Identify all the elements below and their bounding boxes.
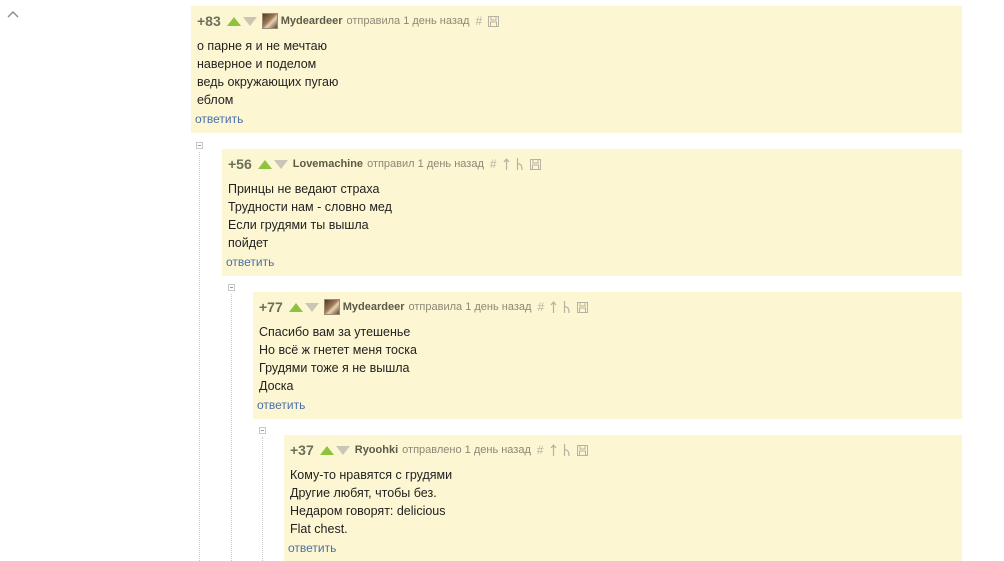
- comment-header: +83 Mydeardeer отправила 1 день назад #: [197, 12, 962, 30]
- comment-line: Другие любят, чтобы без.: [290, 486, 437, 500]
- downvote-icon[interactable]: [335, 445, 350, 455]
- timestamp[interactable]: 1 день назад: [465, 301, 531, 313]
- save-icon[interactable]: [529, 158, 541, 170]
- hash-link-icon[interactable]: #: [475, 14, 482, 28]
- comment-body: Принцы не ведают страха Трудности нам - …: [228, 180, 962, 252]
- hash-link-icon[interactable]: #: [537, 300, 544, 314]
- upvote-icon[interactable]: [319, 445, 334, 455]
- action-text: отправил: [367, 158, 415, 170]
- upvote-icon[interactable]: [257, 159, 272, 169]
- comment-line: Грудями тоже я не вышла: [259, 361, 410, 375]
- comment-line: Недаром говорят: delicious: [290, 504, 446, 518]
- comment-line: Принцы не ведают страха: [228, 182, 380, 196]
- comment-2: +56 Lovemachine отправил 1 день назад # …: [222, 149, 962, 276]
- comment-line: Если грудями ты вышла: [228, 218, 369, 232]
- rating: +56: [228, 156, 252, 172]
- post-meta: отправила 1 день назад: [409, 301, 532, 313]
- rating: +77: [259, 299, 283, 315]
- comment-line: Трудности нам - словно мед: [228, 200, 392, 214]
- comment-line: о парне я и не мечтаю: [197, 39, 328, 53]
- collapse-thread-1[interactable]: [196, 142, 203, 149]
- author-link[interactable]: Mydeardeer: [281, 15, 343, 27]
- comment-line: наверное и поделом: [197, 57, 317, 71]
- rating: +83: [197, 13, 221, 29]
- hash-link-icon[interactable]: #: [490, 157, 497, 171]
- action-text: отправила: [408, 301, 463, 313]
- collapse-thread-2[interactable]: [228, 284, 235, 291]
- reply-link[interactable]: ответить: [226, 255, 274, 269]
- collapse-all-icon[interactable]: [6, 8, 20, 22]
- thread-line-2: [231, 294, 232, 561]
- parent-arrow-icon[interactable]: [503, 158, 510, 170]
- collapse-thread-3[interactable]: [259, 427, 266, 434]
- save-icon[interactable]: [577, 301, 589, 313]
- timestamp[interactable]: 1 день назад: [465, 444, 531, 456]
- hash-link-icon[interactable]: #: [537, 443, 544, 457]
- action-text: отправлено: [402, 444, 462, 456]
- timestamp[interactable]: 1 день назад: [418, 158, 484, 170]
- post-meta: отправил 1 день назад: [367, 158, 484, 170]
- comment-line: Но всё ж гнетет меня тоска: [259, 343, 417, 357]
- comment-header: +77 Mydeardeer отправила 1 день назад #: [259, 298, 962, 316]
- author-link[interactable]: Ryoohki: [355, 444, 398, 456]
- parent-arrow-icon[interactable]: [550, 301, 557, 313]
- branch-icon[interactable]: [516, 158, 524, 170]
- comment-header: +56 Lovemachine отправил 1 день назад #: [228, 155, 962, 173]
- post-meta: отправила 1 день назад: [347, 15, 470, 27]
- rating: +37: [290, 442, 314, 458]
- post-meta: отправлено 1 день назад: [402, 444, 531, 456]
- reply-link[interactable]: ответить: [257, 398, 305, 412]
- thread-line-3: [262, 437, 263, 561]
- action-text: отправила: [346, 15, 401, 27]
- comment-line: пойдет: [228, 236, 269, 250]
- comment-line: Flat chest.: [290, 522, 348, 536]
- comment-3: +77 Mydeardeer отправила 1 день назад # …: [253, 292, 962, 419]
- downvote-icon[interactable]: [242, 16, 257, 26]
- save-icon[interactable]: [488, 15, 500, 27]
- downvote-icon[interactable]: [304, 302, 319, 312]
- avatar[interactable]: [261, 13, 278, 29]
- comment-line: Доска: [259, 379, 294, 393]
- author-link[interactable]: Lovemachine: [293, 158, 363, 170]
- downvote-icon[interactable]: [273, 159, 288, 169]
- author-link[interactable]: Mydeardeer: [343, 301, 405, 313]
- reply-link[interactable]: ответить: [195, 112, 243, 126]
- comment-body: Спасибо вам за утешенье Но всё ж гнетет …: [259, 323, 962, 395]
- thread-line-1: [199, 152, 200, 561]
- comment-1: +83 Mydeardeer отправила 1 день назад # …: [191, 6, 962, 133]
- avatar[interactable]: [323, 299, 340, 315]
- reply-link[interactable]: ответить: [288, 541, 336, 555]
- comment-body: о парне я и не мечтаю наверное и поделом…: [197, 37, 962, 109]
- timestamp[interactable]: 1 день назад: [403, 15, 469, 27]
- upvote-icon[interactable]: [226, 16, 241, 26]
- branch-icon[interactable]: [563, 444, 571, 456]
- comment-line: Кому-то нравятся с грудями: [290, 468, 453, 482]
- comment-header: +37 Ryoohki отправлено 1 день назад #: [290, 441, 962, 459]
- save-icon[interactable]: [576, 444, 588, 456]
- branch-icon[interactable]: [563, 301, 571, 313]
- comment-body: Кому-то нравятся с грудями Другие любят,…: [290, 466, 962, 538]
- comment-line: еблом: [197, 93, 234, 107]
- comment-4: +37 Ryoohki отправлено 1 день назад # Ко…: [284, 435, 962, 561]
- parent-arrow-icon[interactable]: [550, 444, 557, 456]
- comment-line: ведь окружающих пугаю: [197, 75, 339, 89]
- upvote-icon[interactable]: [288, 302, 303, 312]
- comment-line: Спасибо вам за утешенье: [259, 325, 411, 339]
